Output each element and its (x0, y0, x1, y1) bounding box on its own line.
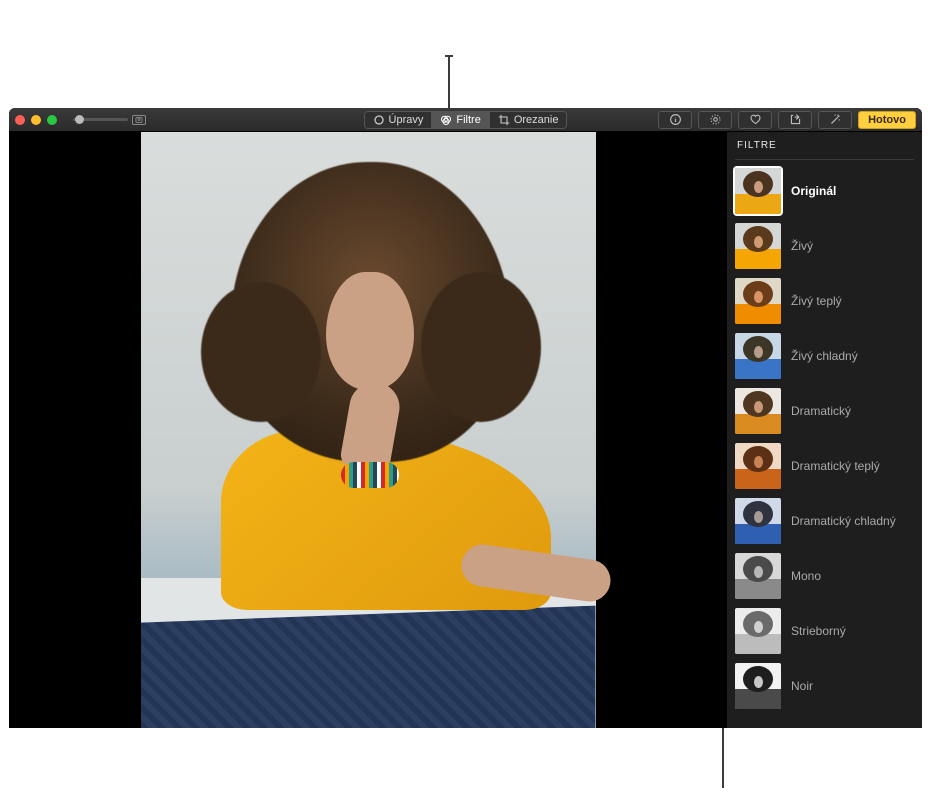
sidebar-divider (735, 159, 914, 160)
filter-label: Originál (791, 184, 836, 198)
zoom-slider[interactable] (73, 115, 146, 125)
favorite-button[interactable] (738, 111, 772, 129)
filter-thumbnail (735, 278, 781, 324)
close-window-button[interactable] (15, 115, 25, 125)
filter-item[interactable]: Živý chladný (735, 333, 914, 379)
fullscreen-window-button[interactable] (47, 115, 57, 125)
sidebar-title: FILTRE (737, 140, 914, 151)
tab-crop-label: Orezanie (514, 114, 559, 126)
filter-label: Noir (791, 679, 813, 693)
filter-label: Strieborný (791, 624, 846, 638)
filter-item[interactable]: Živý teplý (735, 278, 914, 324)
crop-icon (498, 114, 510, 126)
filter-thumbnail (735, 553, 781, 599)
filter-thumbnail (735, 443, 781, 489)
live-photo-icon (709, 113, 722, 126)
filters-sidebar: FILTRE Originál Živý Živý teplý Živý chladn… (727, 132, 922, 728)
done-button-label: Hotovo (868, 114, 906, 126)
toolbar: Úpravy Filtre Orezanie (9, 108, 922, 132)
rotate-icon (789, 113, 802, 126)
tab-filters-label: Filtre (456, 114, 480, 126)
tab-filters[interactable]: Filtre (432, 112, 489, 128)
filter-list: Originál Živý Živý teplý Živý chladný Dramat… (735, 168, 914, 709)
heart-icon (749, 113, 762, 126)
filter-item[interactable]: Originál (735, 168, 914, 214)
filter-label: Dramatický chladný (791, 514, 896, 528)
filter-item[interactable]: Dramatický (735, 388, 914, 434)
filter-thumbnail (735, 388, 781, 434)
photo-canvas[interactable] (9, 132, 727, 728)
photo-preview (141, 132, 596, 728)
tab-crop[interactable]: Orezanie (490, 112, 567, 128)
filter-label: Živý teplý (791, 294, 842, 308)
window-controls (15, 115, 57, 125)
filter-item[interactable]: Dramatický teplý (735, 443, 914, 489)
filter-thumbnail (735, 223, 781, 269)
filter-thumbnail (735, 608, 781, 654)
filter-item[interactable]: Strieborný (735, 608, 914, 654)
tab-adjust[interactable]: Úpravy (365, 112, 433, 128)
filter-label: Dramatický (791, 404, 851, 418)
filter-label: Živý (791, 239, 813, 253)
toolbar-right: Hotovo (658, 111, 916, 129)
filter-thumbnail (735, 498, 781, 544)
filter-item[interactable]: Živý (735, 223, 914, 269)
filter-item[interactable]: Dramatický chladný (735, 498, 914, 544)
filter-label: Mono (791, 569, 821, 583)
annotation-pointer-top (448, 55, 450, 109)
adjust-icon (373, 114, 385, 126)
filter-label: Živý chladný (791, 349, 858, 363)
filter-item[interactable]: Noir (735, 663, 914, 709)
info-icon (669, 113, 682, 126)
live-photo-button[interactable] (698, 111, 732, 129)
auto-enhance-button[interactable] (818, 111, 852, 129)
info-button[interactable] (658, 111, 692, 129)
done-button[interactable]: Hotovo (858, 111, 916, 129)
minimize-window-button[interactable] (31, 115, 41, 125)
filter-thumbnail (735, 663, 781, 709)
rotate-button[interactable] (778, 111, 812, 129)
tab-adjust-label: Úpravy (389, 114, 424, 126)
magic-wand-icon (829, 113, 842, 126)
photos-edit-window: Úpravy Filtre Orezanie (9, 108, 922, 728)
zoom-thumbnail-icon (132, 115, 146, 125)
filter-thumbnail (735, 168, 781, 214)
edit-mode-segmented-control: Úpravy Filtre Orezanie (364, 111, 568, 129)
filters-icon (440, 114, 452, 126)
filter-item[interactable]: Mono (735, 553, 914, 599)
filter-label: Dramatický teplý (791, 459, 880, 473)
filter-thumbnail (735, 333, 781, 379)
